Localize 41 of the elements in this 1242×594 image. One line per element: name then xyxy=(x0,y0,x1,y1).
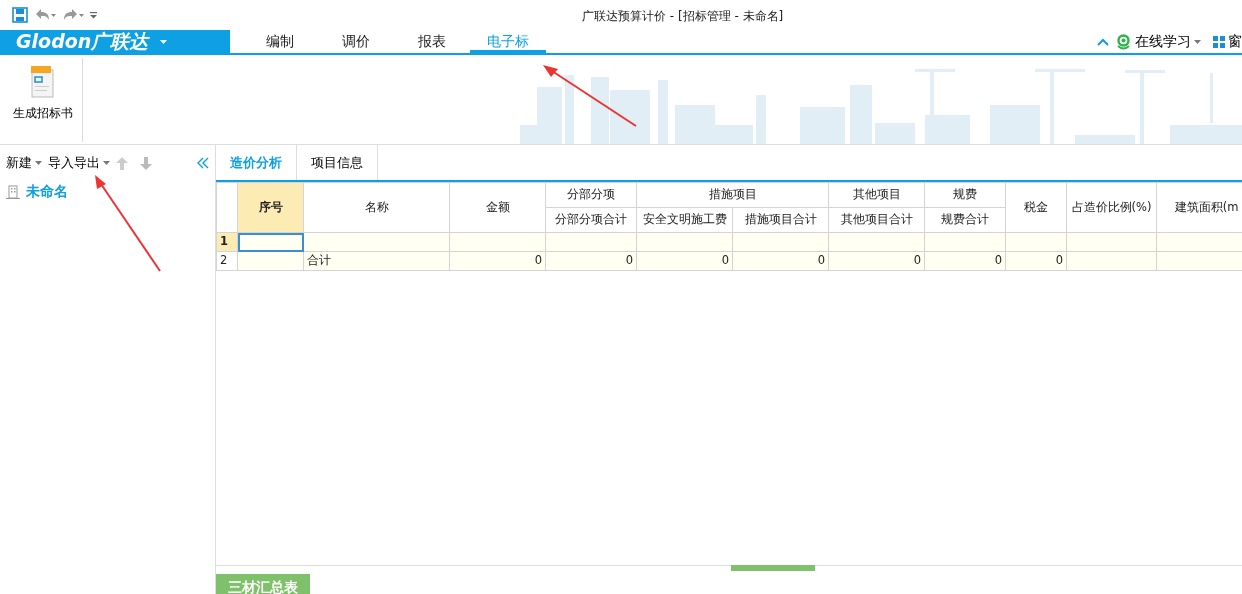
window-title: 广联达预算计价 - [招标管理 - 未命名] xyxy=(582,8,784,25)
column-header: 措施项目合计 xyxy=(732,207,829,233)
toolbar-menu[interactable]: 新建 xyxy=(6,153,32,173)
caret-icon[interactable] xyxy=(160,39,168,44)
caret-icon[interactable] xyxy=(1194,39,1201,44)
headset-icon[interactable] xyxy=(1115,33,1132,50)
column-header: 其他项目合计 xyxy=(828,207,925,233)
column-header: 建筑面积(m xyxy=(1156,182,1242,233)
grid-icon[interactable] xyxy=(1213,35,1225,48)
collapse-ribbon-icon[interactable] xyxy=(1097,37,1109,46)
toolbar-menu[interactable]: 导入导出 xyxy=(48,153,100,173)
content-tab[interactable]: 项目信息 xyxy=(297,145,378,180)
column-header: 分部分项 xyxy=(545,182,637,208)
column-header: 措施项目 xyxy=(636,182,829,208)
column-header: 占造价比例(%) xyxy=(1066,182,1157,233)
window-menu[interactable]: 窗 xyxy=(1228,31,1242,52)
column-header: 分部分项合计 xyxy=(545,207,637,233)
column-header: 金额 xyxy=(449,182,546,233)
menu-tab[interactable]: 调价 xyxy=(318,30,394,53)
xml-file-icon xyxy=(30,66,55,98)
customize-icon[interactable] xyxy=(90,11,97,19)
up-icon[interactable] xyxy=(116,156,128,170)
column-header: 安全文明施工费 xyxy=(636,207,733,233)
splitter-handle[interactable] xyxy=(731,565,815,571)
collapse-icon[interactable] xyxy=(197,157,209,169)
column-header: 其他项目 xyxy=(828,182,925,208)
menu-tab[interactable]: 编制 xyxy=(242,30,318,53)
learn-menu[interactable]: 在线学习 xyxy=(1135,31,1191,52)
save-icon[interactable] xyxy=(12,7,28,23)
menu-tab[interactable]: 报表 xyxy=(394,30,470,53)
generate-button[interactable]: 生成招标书 xyxy=(3,58,83,142)
column-header: 税金 xyxy=(1005,182,1067,233)
caret-icon[interactable] xyxy=(35,161,42,165)
redo-icon[interactable] xyxy=(62,8,84,22)
caret-icon[interactable] xyxy=(103,161,110,165)
column-header: 序号 xyxy=(237,182,304,233)
column-header: 规费 xyxy=(924,182,1006,208)
undo-icon[interactable] xyxy=(34,8,56,22)
column-header: 名称 xyxy=(303,182,450,233)
down-icon[interactable] xyxy=(140,156,152,170)
building-icon xyxy=(6,184,20,199)
